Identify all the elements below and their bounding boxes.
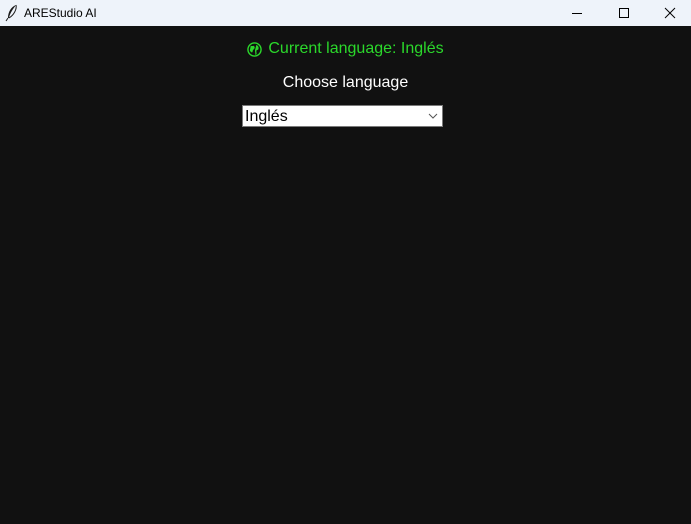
current-language-label: Current language: Inglés: [0, 39, 691, 59]
choose-language-label: Choose language: [282, 74, 409, 91]
current-language-text: Current language: Inglés: [268, 40, 444, 57]
main-content: Current language: Inglés Choose language…: [0, 26, 691, 524]
title-bar[interactable]: AREStudio AI: [0, 0, 691, 26]
minimize-button[interactable]: [554, 0, 600, 26]
window-title: AREStudio AI: [24, 6, 97, 20]
maximize-icon: [619, 8, 629, 18]
close-icon: [664, 7, 676, 19]
language-select-value: Inglés: [245, 108, 288, 125]
language-select[interactable]: Inglés: [242, 105, 443, 127]
maximize-button[interactable]: [601, 0, 647, 26]
globe-icon: [247, 41, 263, 57]
close-button[interactable]: [647, 0, 691, 26]
chevron-down-icon[interactable]: [428, 112, 438, 120]
minimize-icon: [572, 13, 582, 14]
app-window: AREStudio AI Current language: Inglés Ch…: [0, 0, 691, 524]
feather-icon: [5, 4, 17, 22]
